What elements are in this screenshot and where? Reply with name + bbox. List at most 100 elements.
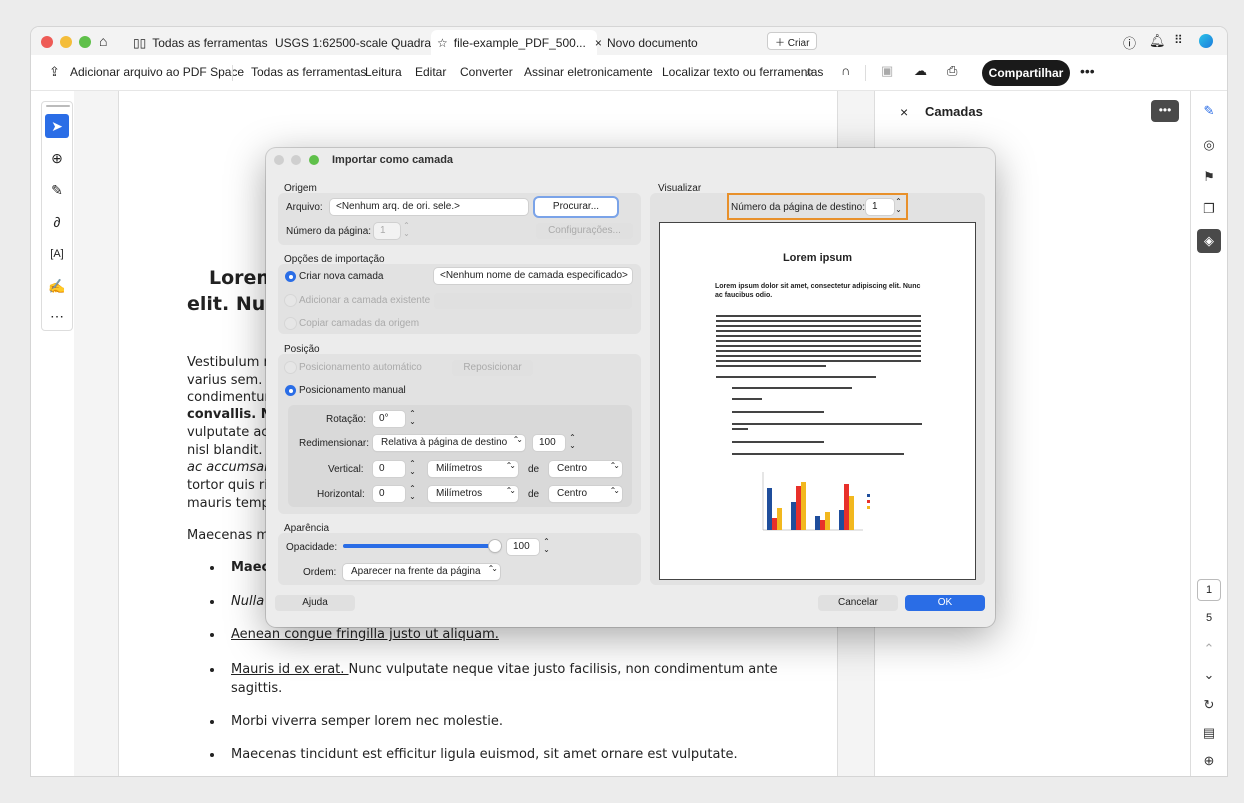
- cancel-button[interactable]: Cancelar: [818, 595, 898, 611]
- headphones-icon[interactable]: ∩: [841, 63, 850, 78]
- file-field[interactable]: <Nenhum arq. de ori. sele.>: [330, 199, 528, 215]
- upload-cloud-icon[interactable]: ☁: [914, 63, 927, 79]
- add-existing-radio[interactable]: [285, 295, 296, 306]
- search-icon[interactable]: ⌕: [806, 63, 814, 80]
- tab-new-document[interactable]: Novo documento: [601, 30, 704, 55]
- current-page-input[interactable]: 1: [1197, 579, 1221, 601]
- avatar[interactable]: [1199, 34, 1213, 48]
- bell-icon[interactable]: 🔔︎: [1149, 33, 1166, 49]
- close-panel-icon[interactable]: ×: [900, 104, 908, 120]
- help-button[interactable]: Ajuda: [275, 595, 355, 611]
- bookmark-icon[interactable]: ⚑: [1197, 165, 1221, 189]
- close-dialog-button[interactable]: [274, 155, 284, 165]
- list-item-link[interactable]: Mauris id ex erat.: [231, 662, 349, 677]
- more-tools-icon[interactable]: ⋯: [45, 304, 69, 328]
- print-icon[interactable]: ⎙: [947, 63, 957, 79]
- text-select-icon[interactable]: [A]: [45, 242, 69, 266]
- create-button[interactable]: ＋ Criar: [767, 32, 818, 50]
- browse-button[interactable]: Procurar...: [535, 198, 617, 216]
- list-item: Maec: [231, 560, 270, 575]
- rotation-field[interactable]: 0°: [373, 411, 405, 427]
- existing-layer-select[interactable]: [434, 293, 632, 309]
- edit-button[interactable]: Editar: [415, 65, 446, 79]
- pages-icon[interactable]: ❐: [1197, 197, 1221, 221]
- copy-layers-radio[interactable]: [285, 318, 296, 329]
- bullet: [210, 566, 214, 570]
- doc-paragraph-line: Vestibulum n: [187, 355, 272, 370]
- copy-layers-label: Copiar camadas da origem: [299, 318, 420, 329]
- settings-button[interactable]: Configurações...: [536, 223, 633, 239]
- vertical-reference-select[interactable]: Centro: [549, 461, 622, 477]
- opacity-field[interactable]: 100: [507, 539, 539, 555]
- refresh-icon[interactable]: ↻: [1197, 693, 1221, 717]
- bullet: [210, 753, 214, 757]
- share-button[interactable]: Compartilhar: [982, 60, 1070, 86]
- resize-stepper[interactable]: ⌃ ⌄: [567, 434, 578, 452]
- horizontal-reference-select[interactable]: Centro: [549, 486, 622, 502]
- opacity-slider-track[interactable]: [343, 544, 495, 548]
- vertical-field[interactable]: 0: [373, 461, 405, 477]
- order-select[interactable]: Aparecer na frente da página: [343, 564, 500, 580]
- horizontal-stepper[interactable]: ⌃ ⌄: [407, 485, 418, 503]
- list-item-cont: sagittis.: [231, 681, 283, 696]
- drag-handle[interactable]: [46, 105, 70, 107]
- opacity-slider-fill: [343, 544, 495, 548]
- layer-name-field[interactable]: <Nenhum nome de camada especificado>: [434, 268, 632, 284]
- layers-icon[interactable]: ◈: [1197, 229, 1221, 253]
- resize-percent-field[interactable]: 100: [533, 435, 565, 451]
- page-number-field[interactable]: 1: [374, 223, 400, 239]
- comment-icon[interactable]: ⊕: [45, 146, 69, 170]
- page-number-stepper[interactable]: ⌃ ⌄: [401, 222, 412, 240]
- reposition-button[interactable]: Reposicionar: [452, 360, 533, 376]
- close-window-button[interactable]: [41, 36, 53, 48]
- resize-select[interactable]: Relativa à página de destino: [373, 435, 525, 451]
- list-line: [732, 423, 922, 425]
- maximize-dialog-button[interactable]: [309, 155, 319, 165]
- convert-button[interactable]: Converter: [460, 65, 513, 79]
- comment-icon[interactable]: ◎: [1197, 133, 1221, 157]
- auto-position-radio[interactable]: [285, 362, 296, 373]
- manual-position-radio[interactable]: [285, 385, 296, 396]
- edit-pdf-icon[interactable]: ✎: [1197, 99, 1221, 123]
- minimize-dialog-button[interactable]: [291, 155, 301, 165]
- destination-page-field[interactable]: 1: [866, 199, 894, 215]
- horizontal-field[interactable]: 0: [373, 486, 405, 502]
- add-file-button[interactable]: Adicionar arquivo ao PDF Space: [70, 65, 244, 79]
- help-icon[interactable]: ⓘ: [1123, 33, 1136, 52]
- rotation-stepper[interactable]: ⌃ ⌄: [407, 410, 418, 428]
- order-label: Ordem:: [303, 567, 337, 578]
- rotation-label: Rotação:: [326, 414, 367, 425]
- home-icon[interactable]: ⌂: [99, 33, 107, 49]
- main-toolbar: ⇪ Adicionar arquivo ao PDF Space Todas a…: [31, 55, 1227, 91]
- ok-button[interactable]: OK: [905, 595, 985, 611]
- new-layer-radio[interactable]: [285, 271, 296, 282]
- lasso-icon[interactable]: ∂: [45, 210, 69, 234]
- apps-icon[interactable]: ⠿: [1174, 33, 1183, 47]
- pencil-icon[interactable]: ✎: [45, 178, 69, 202]
- destination-page-stepper[interactable]: ⌃ ⌄: [893, 198, 904, 216]
- horizontal-unit-select[interactable]: Milímetros: [428, 486, 518, 502]
- page-info-icon[interactable]: ▤: [1197, 721, 1221, 745]
- chevron-up-icon[interactable]: ⌃: [1197, 637, 1221, 661]
- tab-file-example[interactable]: ☆ file-example_PDF_500... ×: [431, 30, 602, 55]
- more-icon[interactable]: •••: [1080, 63, 1095, 79]
- maximize-window-button[interactable]: [79, 36, 91, 48]
- all-tools-button[interactable]: Todas as ferramentas: [251, 65, 366, 79]
- chevron-down-icon[interactable]: ⌄: [1197, 663, 1221, 687]
- save-icon[interactable]: ▣: [881, 63, 893, 79]
- zoom-in-icon[interactable]: ⊕: [1197, 749, 1221, 773]
- read-button[interactable]: Leitura: [365, 65, 402, 79]
- find-text-field[interactable]: Localizar texto ou ferramentas: [662, 65, 823, 79]
- preview-page-heading: Lorem ipsum dolor sit amet, consectetur …: [715, 283, 921, 299]
- stamp-icon[interactable]: ✍: [45, 274, 69, 298]
- vertical-stepper[interactable]: ⌃ ⌄: [407, 460, 418, 478]
- opacity-slider-thumb[interactable]: [489, 540, 501, 552]
- select-cursor-icon[interactable]: ➤: [45, 114, 69, 138]
- vertical-unit-select[interactable]: Milímetros: [428, 461, 518, 477]
- sign-button[interactable]: Assinar eletronicamente: [524, 65, 653, 79]
- opacity-stepper[interactable]: ⌃ ⌄: [541, 538, 552, 556]
- tab-all-tools[interactable]: ▯▯ Todas as ferramentas: [127, 30, 274, 55]
- panel-more-button[interactable]: •••: [1151, 100, 1179, 122]
- minimize-window-button[interactable]: [60, 36, 72, 48]
- doc-paragraph-line: tortor quis ri: [187, 478, 268, 493]
